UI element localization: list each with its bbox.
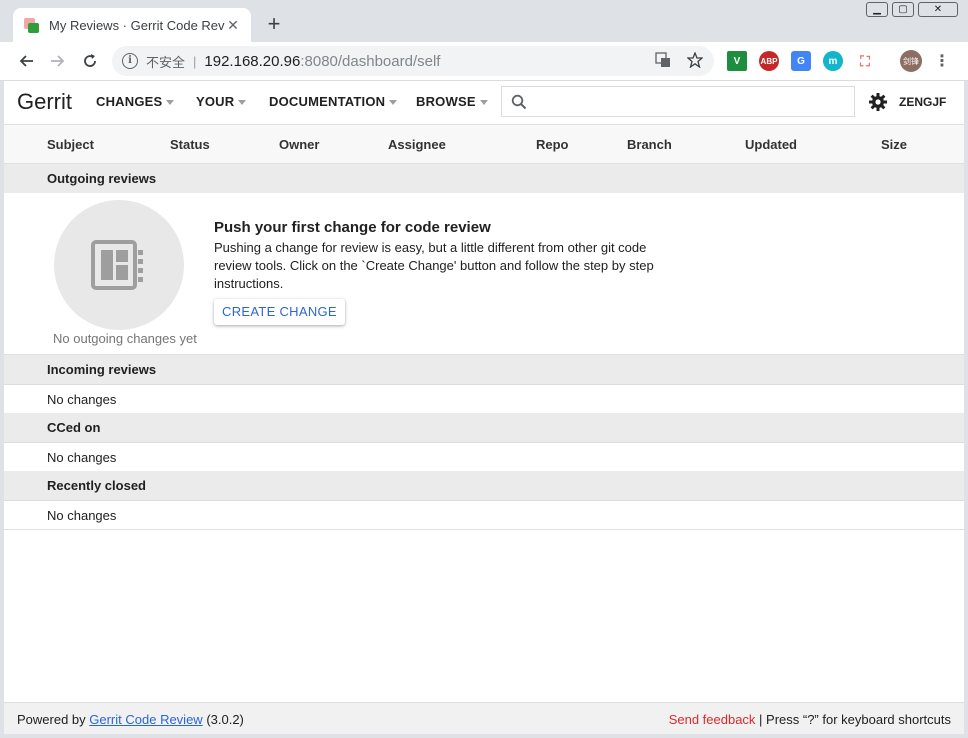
bookmark-star-icon[interactable] xyxy=(686,51,704,69)
table-header: Subject Status Owner Assignee Repo Branc… xyxy=(4,124,964,164)
back-arrow-icon xyxy=(19,55,33,67)
profile-avatar[interactable]: 剑锋 xyxy=(900,50,922,72)
version-label: (3.0.2) xyxy=(202,712,244,727)
menu-browse-label: BROWSE xyxy=(416,94,476,109)
url-separator: | xyxy=(193,53,197,69)
reload-button[interactable] xyxy=(74,45,106,77)
search-icon xyxy=(511,94,527,110)
user-account[interactable]: ZENGJF xyxy=(899,95,946,109)
section-cced-header: CCed on xyxy=(4,413,964,443)
menu-your-label: YOUR xyxy=(196,94,235,109)
search-input[interactable] xyxy=(501,86,855,117)
no-changes-text: No changes xyxy=(47,508,117,523)
new-tab-button[interactable]: + xyxy=(262,12,286,36)
url-path: :8080/dashboard/self xyxy=(300,52,441,70)
menu-documentation-label: DOCUMENTATION xyxy=(269,94,386,109)
column-status: Status xyxy=(170,137,210,152)
google-translate-icon[interactable]: G xyxy=(791,51,811,71)
empty-state-caption: No outgoing changes yet xyxy=(53,331,197,346)
powered-by: Powered by Gerrit Code Review (3.0.2) xyxy=(17,712,244,727)
minimize-button[interactable]: ▁ xyxy=(866,2,888,17)
m-extension-icon[interactable]: m xyxy=(823,51,843,71)
chevron-down-icon xyxy=(479,100,488,106)
menu-changes[interactable]: CHANGES xyxy=(96,94,175,109)
forward-arrow-icon xyxy=(51,55,65,67)
chevron-down-icon xyxy=(166,100,175,106)
menu-documentation[interactable]: DOCUMENTATION xyxy=(269,94,398,109)
column-owner: Owner xyxy=(279,137,320,152)
column-size: Size xyxy=(881,137,908,152)
translate-icon[interactable] xyxy=(654,51,672,69)
browser-toolbar: i 不安全 | 192.168.20.96:8080/dashboard/sel… xyxy=(0,42,968,81)
empty-state-illustration xyxy=(54,200,184,330)
browser-tab[interactable]: My Reviews · Gerrit Code Revie ✕ xyxy=(13,8,251,42)
gerrit-header: Gerrit CHANGES YOUR DOCUMENTATION BROWSE… xyxy=(4,81,964,124)
outgoing-empty-state: No outgoing changes yet Push your first … xyxy=(4,193,964,355)
column-assignee: Assignee xyxy=(388,137,446,152)
security-label: 不安全 xyxy=(146,54,186,70)
section-title: Outgoing reviews xyxy=(47,171,157,186)
chevron-down-icon xyxy=(238,100,247,106)
address-bar[interactable]: i 不安全 | 192.168.20.96:8080/dashboard/sel… xyxy=(112,46,714,76)
menu-changes-label: CHANGES xyxy=(96,94,163,109)
adblock-plus-icon[interactable]: ABP xyxy=(759,51,779,71)
window-frame-right xyxy=(964,81,968,738)
list-item: No changes xyxy=(4,501,964,530)
list-item: No changes xyxy=(4,385,964,414)
section-title: Recently closed xyxy=(47,478,146,493)
empty-state-description: Pushing a change for review is easy, but… xyxy=(214,240,654,291)
document-icon xyxy=(91,240,143,290)
tab-title: My Reviews · Gerrit Code Revie xyxy=(49,17,225,33)
no-changes-text: No changes xyxy=(47,450,117,465)
gerrit-favicon-icon xyxy=(23,17,39,33)
forward-button[interactable] xyxy=(42,45,74,77)
browser-menu-icon[interactable]: ⋮ xyxy=(932,51,952,71)
footer-separator: | xyxy=(755,712,767,727)
gerrit-link[interactable]: Gerrit Code Review xyxy=(89,712,202,727)
list-item: No changes xyxy=(4,443,964,472)
menu-your[interactable]: YOUR xyxy=(196,94,247,109)
window-controls: ▁ ▢ ✕ xyxy=(866,2,958,17)
url-text[interactable]: 192.168.20.96:8080/dashboard/self xyxy=(204,53,440,70)
chevron-down-icon xyxy=(389,100,398,106)
tab-strip: My Reviews · Gerrit Code Revie ✕ + ▁ ▢ ✕ xyxy=(0,0,968,42)
section-title: Incoming reviews xyxy=(47,362,157,377)
gear-icon[interactable] xyxy=(868,92,888,115)
create-change-button[interactable]: CREATE CHANGE xyxy=(214,299,345,325)
gerrit-logo[interactable]: Gerrit xyxy=(17,89,72,115)
url-host: 192.168.20.96 xyxy=(204,52,301,70)
column-branch: Branch xyxy=(627,137,672,152)
column-subject: Subject xyxy=(47,137,94,152)
pdf-icon[interactable]: ⛶ xyxy=(855,51,875,71)
maximize-button[interactable]: ▢ xyxy=(892,2,914,17)
column-updated: Updated xyxy=(745,137,797,152)
section-title: CCed on xyxy=(47,420,101,435)
menu-browse[interactable]: BROWSE xyxy=(416,94,488,109)
section-outgoing-header: Outgoing reviews xyxy=(4,164,964,194)
powered-by-label: Powered by xyxy=(17,712,90,727)
no-changes-text: No changes xyxy=(47,392,117,407)
empty-state-title: Push your first change for code review xyxy=(214,219,491,236)
tab-close-icon[interactable]: ✕ xyxy=(225,17,241,34)
page-footer: Powered by Gerrit Code Review (3.0.2) Se… xyxy=(4,702,964,734)
reload-icon xyxy=(84,54,96,67)
v-extension-icon[interactable]: V xyxy=(727,51,747,71)
close-window-button[interactable]: ✕ xyxy=(918,2,958,17)
footer-actions: Send feedback | Press “?” for keyboard s… xyxy=(669,712,951,727)
send-feedback-link[interactable]: Send feedback xyxy=(669,712,756,727)
section-closed-header: Recently closed xyxy=(4,471,964,501)
info-icon[interactable]: i xyxy=(122,53,138,69)
column-repo: Repo xyxy=(536,137,569,152)
back-button[interactable] xyxy=(10,45,42,77)
section-incoming-header: Incoming reviews xyxy=(4,355,964,385)
shortcuts-hint: Press “?” for keyboard shortcuts xyxy=(766,712,951,727)
browser-chrome: My Reviews · Gerrit Code Revie ✕ + ▁ ▢ ✕… xyxy=(0,0,968,81)
gerrit-page: Gerrit CHANGES YOUR DOCUMENTATION BROWSE… xyxy=(4,81,964,734)
